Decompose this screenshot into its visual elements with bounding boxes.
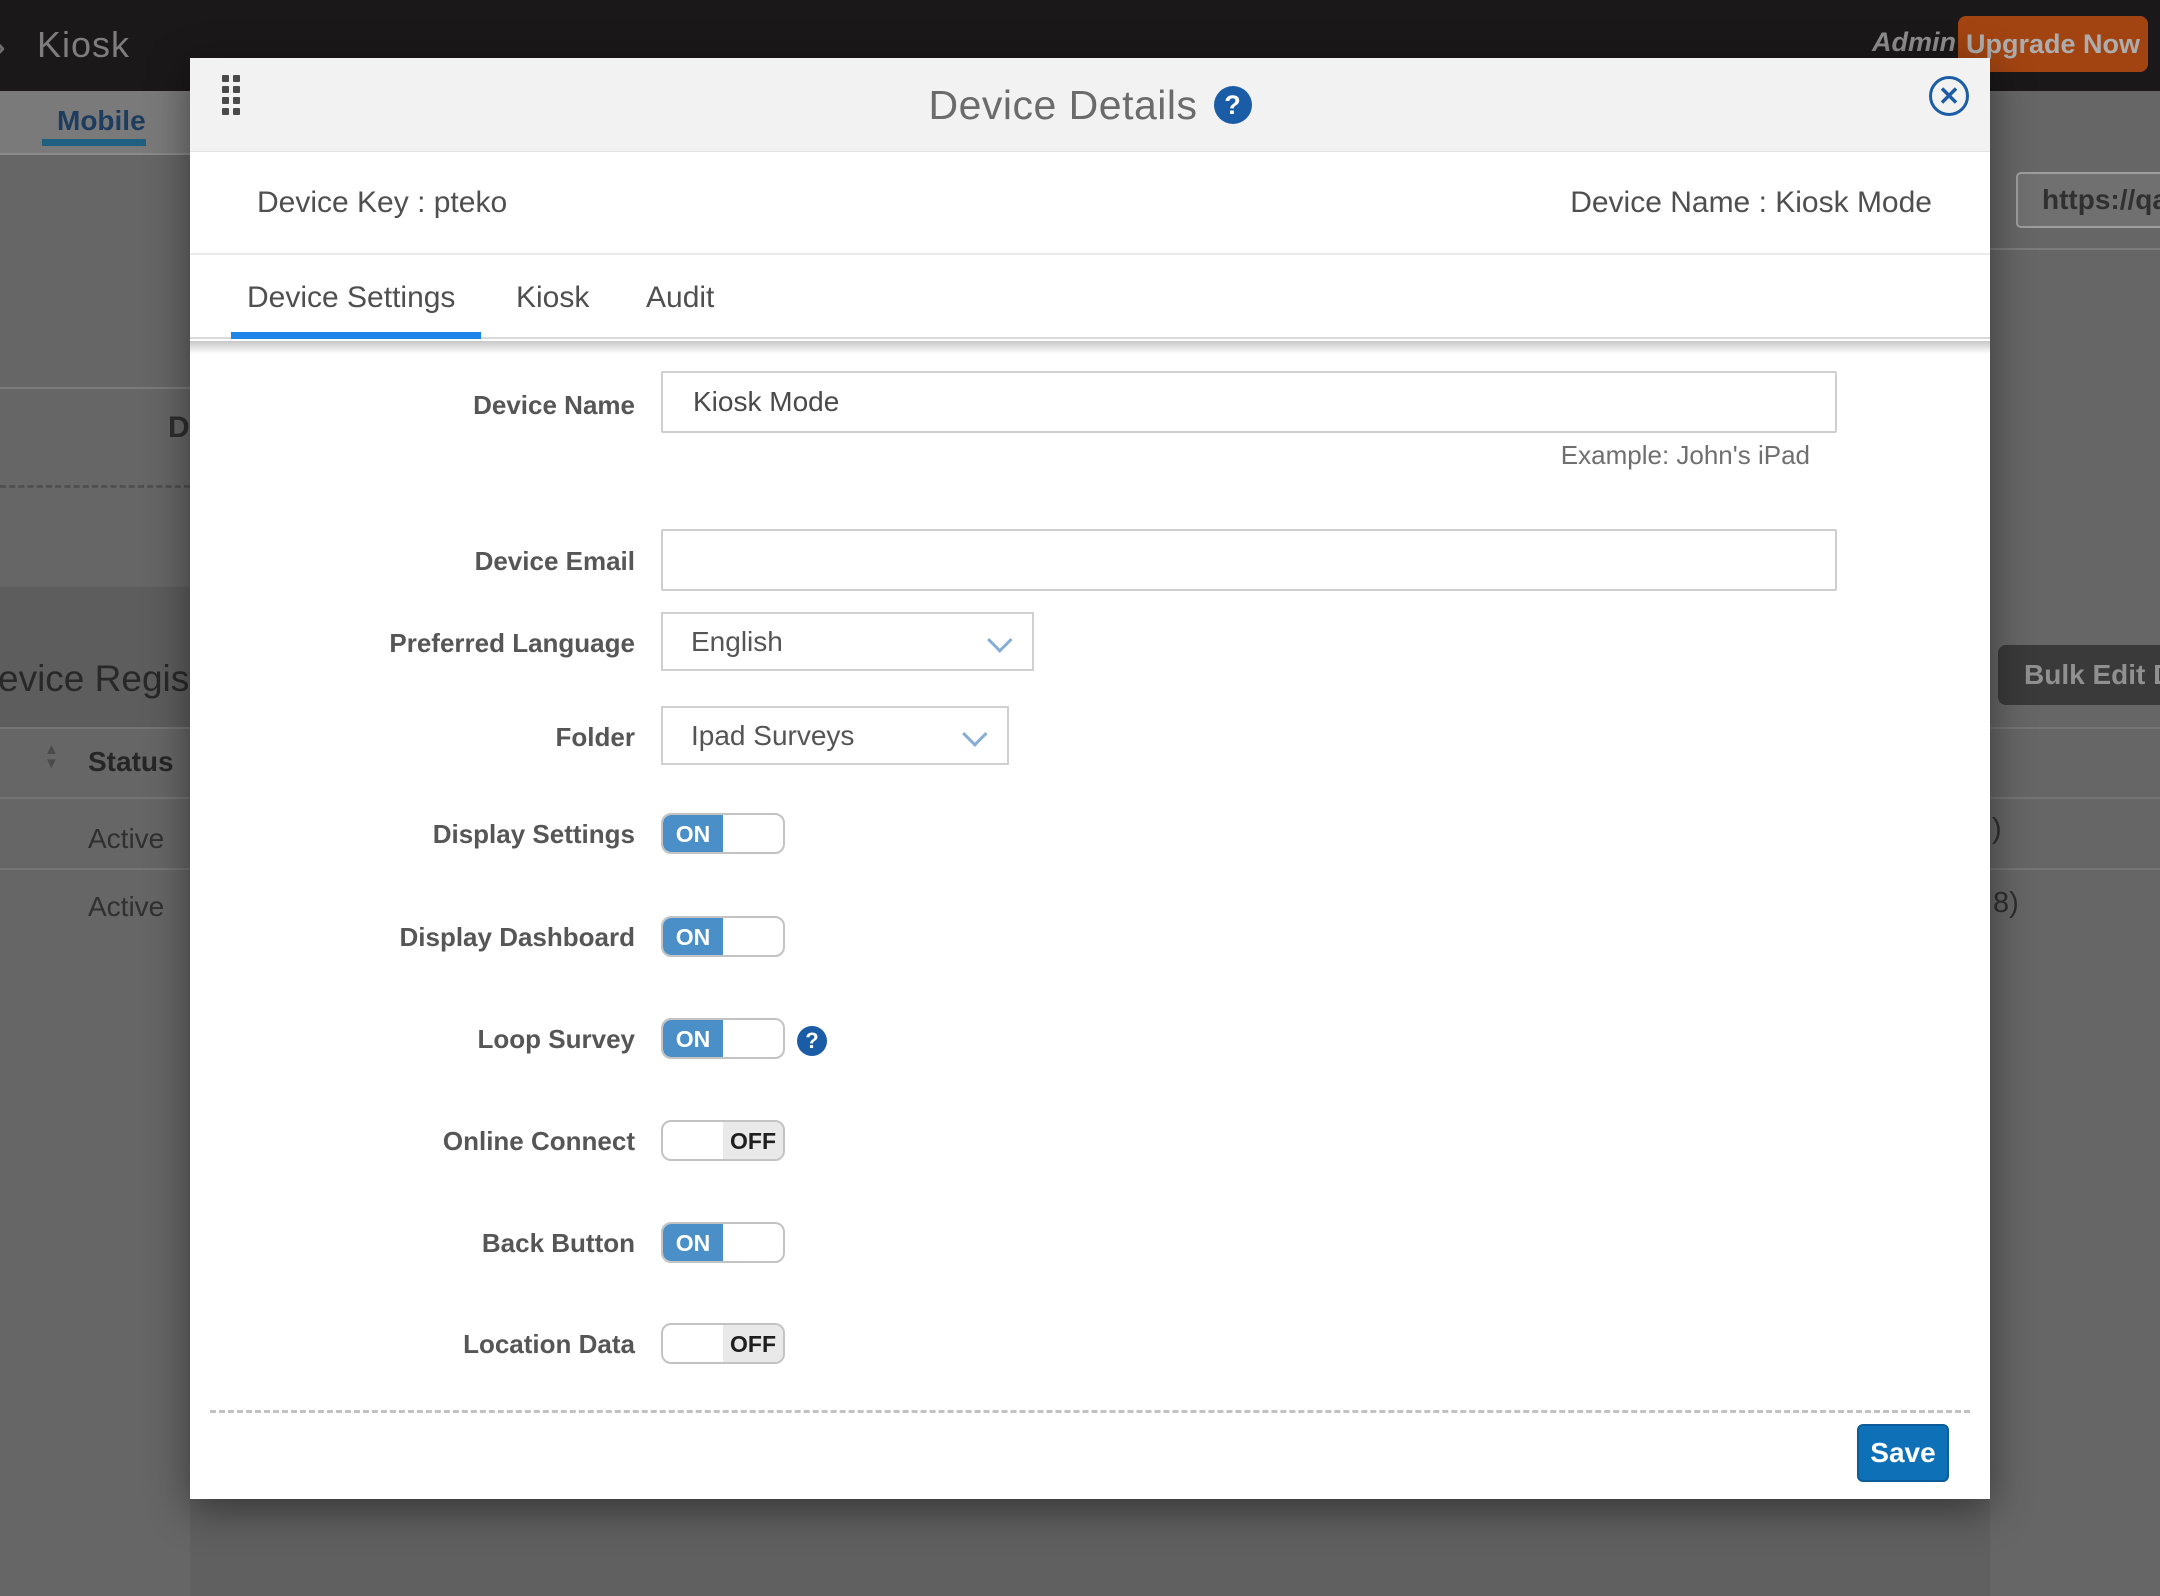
table-border xyxy=(0,868,190,870)
table-border xyxy=(1990,797,2160,799)
bulk-edit-devices-button[interactable]: Bulk Edit Dev xyxy=(1998,645,2160,705)
status-column-header[interactable]: Status xyxy=(88,746,174,778)
save-button[interactable]: Save xyxy=(1857,1424,1949,1482)
table-border xyxy=(1990,727,2160,729)
clipped-field-label: D xyxy=(168,411,190,445)
device-email-label: Device Email xyxy=(190,546,635,577)
device-name-text: Device Name : Kiosk Mode xyxy=(1570,186,1932,220)
page-title: Kiosk xyxy=(37,24,130,66)
device-key-row: Device Key : pteko Device Name : Kiosk M… xyxy=(190,152,1990,255)
tab-mobile-underline xyxy=(42,139,146,146)
modal-title: Device Details xyxy=(928,82,1197,129)
help-icon[interactable]: ? xyxy=(1214,86,1252,124)
tab-audit[interactable]: Audit xyxy=(646,281,714,315)
device-name-label: Device Name xyxy=(190,390,635,421)
device-key-text: Device Key : pteko xyxy=(257,186,507,220)
folder-value: Ipad Surveys xyxy=(691,720,854,752)
toggle-state: ON xyxy=(663,815,723,852)
divider xyxy=(0,387,190,389)
preferred-language-value: English xyxy=(691,626,783,658)
preferred-language-select[interactable]: English xyxy=(661,612,1034,671)
table-border xyxy=(1990,868,2160,870)
device-name-hint: Example: John's iPad xyxy=(661,440,1810,471)
back-button-label: Back Button xyxy=(190,1228,635,1259)
device-name-input[interactable] xyxy=(661,371,1837,433)
footer-dashed-divider xyxy=(210,1410,1970,1413)
background-left-region: Mobile D evice Registr ▲ ▼ Status Active… xyxy=(0,91,190,1596)
location-data-toggle[interactable]: OFF xyxy=(661,1323,785,1364)
toggle-state: OFF xyxy=(723,1325,783,1362)
back-button-toggle[interactable]: ON xyxy=(661,1222,785,1263)
display-settings-label: Display Settings xyxy=(190,819,635,850)
section-header-band xyxy=(0,587,190,727)
folder-select[interactable]: Ipad Surveys xyxy=(661,706,1009,765)
sort-icon[interactable]: ▲ ▼ xyxy=(44,743,59,771)
location-data-label: Location Data xyxy=(190,1329,635,1360)
divider xyxy=(1990,248,2160,250)
preferred-language-label: Preferred Language xyxy=(190,628,635,659)
chevron-down-icon xyxy=(962,721,987,746)
online-connect-toggle[interactable]: OFF xyxy=(661,1120,785,1161)
display-dashboard-label: Display Dashboard xyxy=(190,922,635,953)
device-registration-heading: evice Registr xyxy=(0,658,190,700)
modal-tab-bar: Device Settings Kiosk Audit xyxy=(190,255,1990,339)
active-tab-underline xyxy=(231,332,481,339)
online-connect-label: Online Connect xyxy=(190,1126,635,1157)
table-row: Active xyxy=(88,823,164,855)
loop-survey-label: Loop Survey xyxy=(190,1024,635,1055)
modal-header: Device Details ? ✕ xyxy=(190,58,1990,152)
display-dashboard-toggle[interactable]: ON xyxy=(661,916,785,957)
loop-survey-help-icon[interactable]: ? xyxy=(797,1026,827,1056)
background-right-region: https://qa. Bulk Edit Dev ) 8) xyxy=(1990,91,2160,1596)
table-border xyxy=(0,797,190,799)
table-border xyxy=(0,727,190,729)
admin-label[interactable]: Admin xyxy=(1872,27,1956,58)
toggle-state: ON xyxy=(663,918,723,955)
folder-label: Folder xyxy=(190,722,635,753)
close-icon[interactable]: ✕ xyxy=(1929,76,1969,116)
table-row-clipped-value: ) xyxy=(1992,813,2002,846)
device-email-input[interactable] xyxy=(661,529,1837,591)
breadcrumb-chevron-icon: › xyxy=(0,22,6,70)
dashed-divider xyxy=(0,485,190,488)
table-row-clipped-value: 8) xyxy=(1993,887,2019,920)
chevron-down-icon xyxy=(987,627,1012,652)
tab-shadow xyxy=(190,341,1990,354)
toggle-state: ON xyxy=(663,1020,723,1057)
loop-survey-toggle[interactable]: ON xyxy=(661,1018,785,1059)
device-details-modal: Device Details ? ✕ Device Key : pteko De… xyxy=(190,58,1990,1499)
toggle-state: ON xyxy=(663,1224,723,1261)
url-input[interactable]: https://qa. xyxy=(2016,172,2160,228)
toggle-state: OFF xyxy=(723,1122,783,1159)
tab-device-settings[interactable]: Device Settings xyxy=(247,281,455,315)
tab-mobile[interactable]: Mobile xyxy=(57,105,146,137)
display-settings-toggle[interactable]: ON xyxy=(661,813,785,854)
tab-kiosk[interactable]: Kiosk xyxy=(516,281,589,315)
table-row: Active xyxy=(88,891,164,923)
